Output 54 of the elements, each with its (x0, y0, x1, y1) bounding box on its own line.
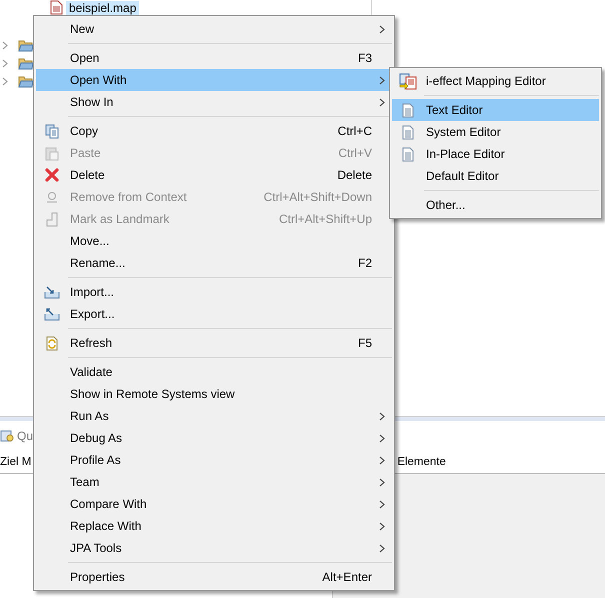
menu-item[interactable]: System Editor (392, 121, 599, 143)
menu-item[interactable]: Rename... F2 (36, 252, 392, 274)
delete-icon (44, 168, 58, 182)
folder-icon (18, 56, 34, 70)
menu-item[interactable]: Team (36, 471, 392, 493)
column-header: Ziel M (0, 456, 32, 468)
chevron-icon (379, 478, 385, 486)
chevron-icon (379, 412, 385, 420)
document-icon (402, 146, 414, 162)
menu-item[interactable]: Export... (36, 303, 392, 325)
menu-item[interactable]: Refresh F5 (36, 332, 392, 354)
menu-item[interactable]: Run As (36, 405, 392, 427)
menu-item[interactable]: Move... (36, 230, 392, 252)
refresh-icon (44, 336, 58, 350)
document-icon (402, 124, 414, 140)
menu-item[interactable]: Copy Ctrl+C (36, 120, 392, 142)
menu-item[interactable]: Import... (36, 281, 392, 303)
folder-icon (18, 74, 34, 88)
export-icon (44, 307, 60, 321)
clipboard-icon (44, 146, 58, 160)
menu-item[interactable]: Open With (36, 69, 392, 91)
menu-item[interactable]: Other... (392, 194, 599, 216)
menu-item[interactable]: In-Place Editor (392, 143, 599, 165)
menu-item[interactable]: Replace With (36, 515, 392, 537)
chevron-icon (379, 522, 385, 530)
menu-item[interactable]: Delete Delete (36, 164, 392, 186)
chevron-icon (379, 434, 385, 442)
chevron-icon (379, 24, 385, 34)
menu-item[interactable]: JPA Tools (36, 537, 392, 559)
copy-icon (44, 124, 58, 138)
menu-item[interactable]: Show in Remote Systems view (36, 383, 392, 405)
column-header: Elemente (397, 456, 446, 468)
menu-item[interactable]: Text Editor (392, 99, 599, 121)
menu-item[interactable]: Open F3 (36, 47, 392, 69)
menu-item[interactable]: New (36, 18, 392, 40)
import-icon (44, 285, 60, 299)
menu-item[interactable]: Properties Alt+Enter (36, 566, 392, 588)
menu-item[interactable]: Show In (36, 91, 392, 113)
menu-item[interactable]: Default Editor (392, 165, 599, 187)
panel-tab[interactable]: Qu (17, 429, 34, 443)
menu-item[interactable]: Profile As (36, 449, 392, 471)
chevron-icon (379, 98, 385, 106)
chevron-icon (379, 456, 385, 464)
chevron-icon (379, 544, 385, 552)
menu-item[interactable]: Validate (36, 361, 392, 383)
menu-item[interactable]: i-effect Mapping Editor (392, 70, 599, 92)
mapping-icon (398, 72, 416, 90)
menu-item[interactable]: Compare With (36, 493, 392, 515)
document-icon (402, 102, 414, 118)
chevron-icon (379, 500, 385, 508)
chevron-icon (379, 76, 385, 84)
menu-item[interactable]: Debug As (36, 427, 392, 449)
folder-icon (18, 38, 34, 52)
tree-item[interactable]: beispiel.map (66, 0, 140, 14)
